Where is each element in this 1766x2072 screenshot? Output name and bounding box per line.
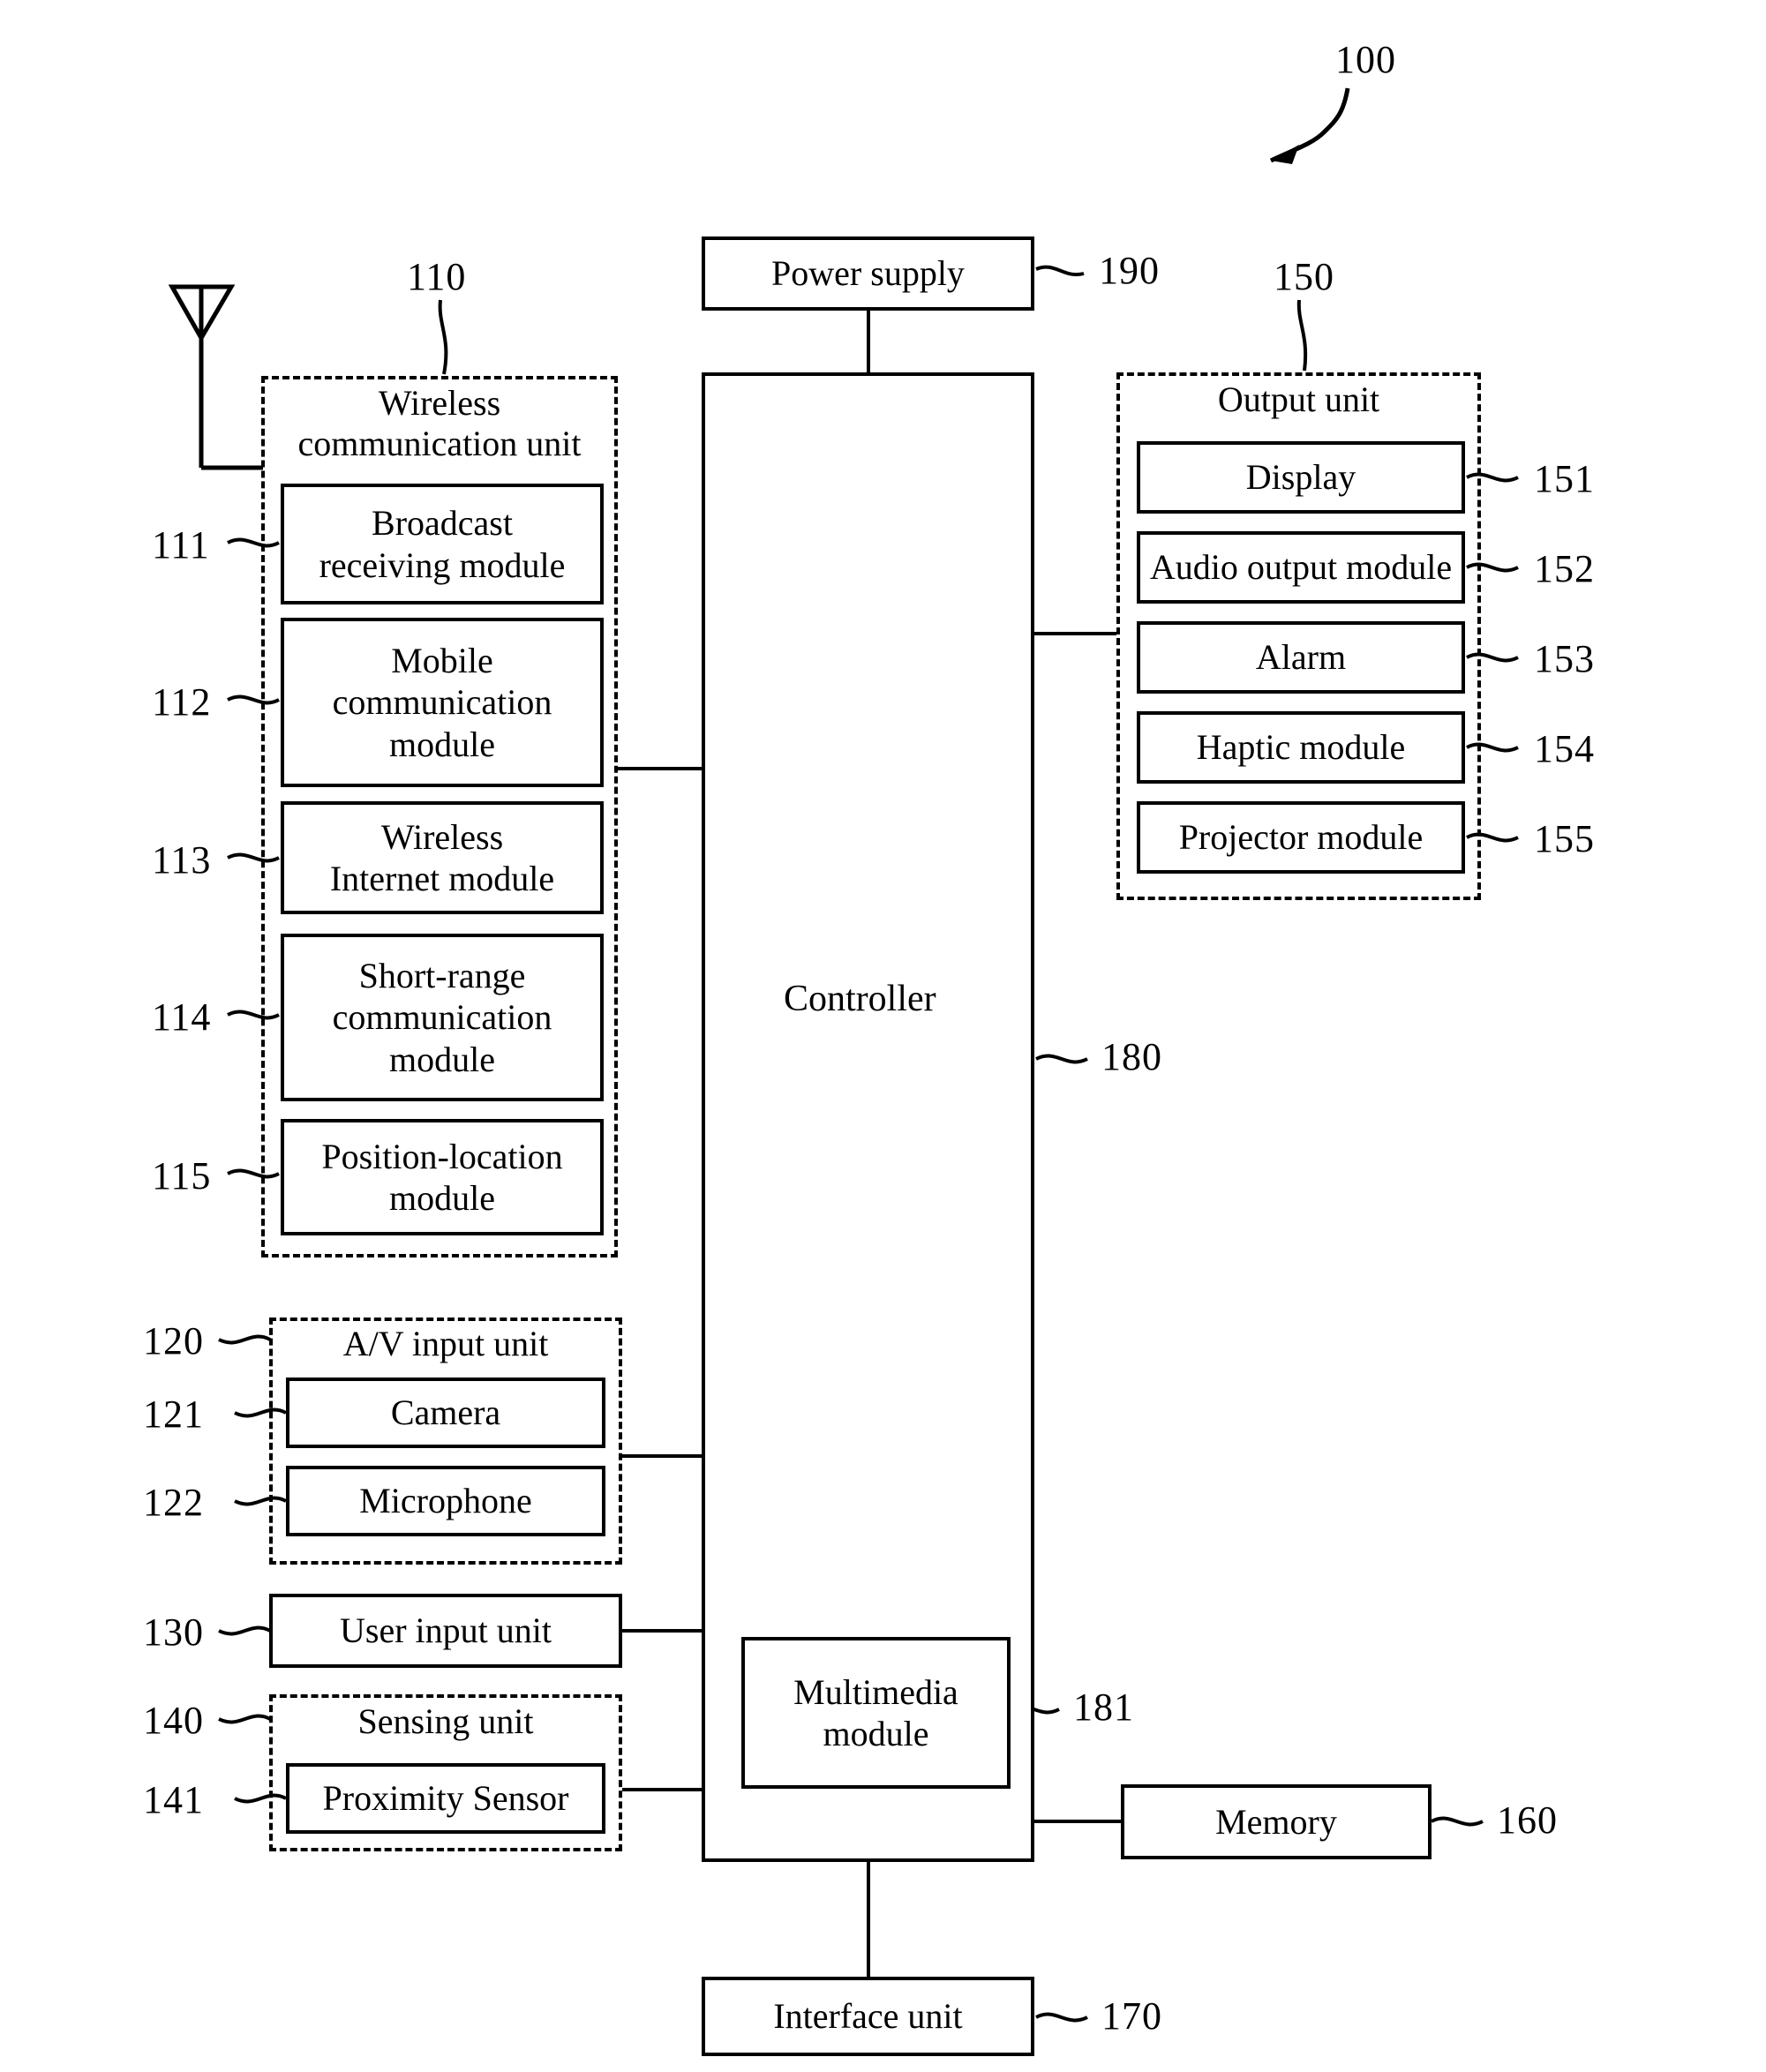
ref-label-sensing-unit: 140 <box>143 1699 204 1742</box>
display-box: Display <box>1137 441 1465 514</box>
ref-label-wireless-unit: 110 <box>407 255 467 298</box>
ref-label-camera: 121 <box>143 1393 204 1436</box>
proximity-sensor-label: Proximity Sensor <box>322 1778 569 1819</box>
ref-label-output-unit: 150 <box>1274 255 1334 298</box>
ref-label-audio-output-module: 152 <box>1534 547 1595 590</box>
ref-label-haptic-module: 154 <box>1534 727 1595 770</box>
ref-label-power-supply: 190 <box>1099 249 1160 292</box>
projector-module-label: Projector module <box>1178 817 1424 858</box>
ref-label-controller: 180 <box>1101 1035 1162 1078</box>
wireless-internet-module-line1: Wireless <box>380 816 504 857</box>
alarm-label: Alarm <box>1255 637 1347 678</box>
av-input-unit-title: A/V input unit <box>342 1324 549 1363</box>
patent-figure-canvas: 100 Power supply 190 Controller 180 Mult… <box>0 0 1766 2072</box>
ref-label-mobile-communication-module: 112 <box>152 680 212 724</box>
wireless-internet-module-line2: Internet module <box>329 859 555 898</box>
audio-output-module-label: Audio output module <box>1149 547 1453 588</box>
mobile-communication-module-line1: Mobile <box>391 641 493 681</box>
ref-label-short-range-communication-module: 114 <box>152 995 212 1039</box>
microphone-box: Microphone <box>286 1466 605 1536</box>
mobile-communication-module-line2: communication <box>332 682 552 723</box>
ref-label-av-input-unit: 120 <box>143 1319 204 1363</box>
ref-label-microphone: 122 <box>143 1481 204 1524</box>
wireless-internet-module-box: Wireless Internet module <box>281 801 604 914</box>
position-location-module-line2: module <box>389 1178 495 1218</box>
ref-label-interface-unit: 170 <box>1101 1994 1162 2038</box>
mobile-communication-module-line3: module <box>389 724 495 764</box>
microphone-label: Microphone <box>359 1481 532 1521</box>
ref-label-projector-module: 155 <box>1534 817 1595 860</box>
projector-module-box: Projector module <box>1137 801 1465 874</box>
haptic-module-label: Haptic module <box>1196 727 1406 768</box>
ref-label-system: 100 <box>1335 38 1396 81</box>
multimedia-module-label-line1: Multimedia <box>793 1671 958 1712</box>
memory-box: Memory <box>1121 1784 1432 1859</box>
camera-label: Camera <box>390 1393 501 1433</box>
multimedia-module-box: Multimedia module <box>741 1637 1011 1789</box>
power-supply-label: Power supply <box>771 253 965 294</box>
power-supply-box: Power supply <box>702 236 1034 311</box>
broadcast-receiving-module-box: Broadcast receiving module <box>281 484 604 604</box>
short-range-communication-module-box: Short-range communication module <box>281 934 604 1101</box>
ref-label-broadcast-receiving-module: 111 <box>152 523 210 567</box>
display-label: Display <box>1245 457 1356 498</box>
sensing-unit-title: Sensing unit <box>357 1701 534 1741</box>
short-range-communication-module-line2: communication <box>332 997 552 1038</box>
short-range-communication-module-line3: module <box>389 1039 495 1079</box>
interface-unit-box: Interface unit <box>702 1977 1034 2056</box>
output-unit-title: Output unit <box>1217 379 1380 419</box>
wireless-title-line1: Wireless <box>378 383 501 423</box>
wireless-communication-unit-title: Wireless communication unit <box>261 383 618 465</box>
mobile-communication-module-box: Mobile communication module <box>281 618 604 787</box>
multimedia-module-label-line2: module <box>823 1714 929 1753</box>
ref-label-user-input-unit: 130 <box>143 1610 204 1654</box>
position-location-module-line1: Position-location <box>321 1136 563 1176</box>
short-range-communication-module-line1: Short-range <box>358 956 526 996</box>
ref-label-alarm: 153 <box>1534 637 1595 680</box>
ref-label-display: 151 <box>1534 457 1595 500</box>
ref-label-multimedia-module: 181 <box>1073 1685 1134 1729</box>
proximity-sensor-box: Proximity Sensor <box>286 1763 605 1834</box>
ref-label-position-location-module: 115 <box>152 1154 212 1197</box>
ref-label-memory: 160 <box>1497 1798 1558 1842</box>
wireless-title-line2: communication unit <box>297 424 582 464</box>
ref-label-wireless-internet-module: 113 <box>152 838 212 882</box>
user-input-unit-label: User input unit <box>340 1610 552 1651</box>
camera-box: Camera <box>286 1378 605 1448</box>
user-input-unit-box: User input unit <box>269 1594 622 1668</box>
alarm-box: Alarm <box>1137 621 1465 694</box>
controller-label: Controller <box>784 979 936 1019</box>
audio-output-module-box: Audio output module <box>1137 531 1465 604</box>
haptic-module-box: Haptic module <box>1137 711 1465 784</box>
position-location-module-box: Position-location module <box>281 1119 604 1235</box>
interface-unit-label: Interface unit <box>773 1996 963 2037</box>
broadcast-receiving-module-line1: Broadcast <box>372 503 513 544</box>
memory-label: Memory <box>1215 1801 1337 1842</box>
ref-label-proximity-sensor: 141 <box>143 1778 204 1821</box>
broadcast-receiving-module-line2: receiving module <box>319 544 566 585</box>
antenna-icon <box>168 284 236 342</box>
